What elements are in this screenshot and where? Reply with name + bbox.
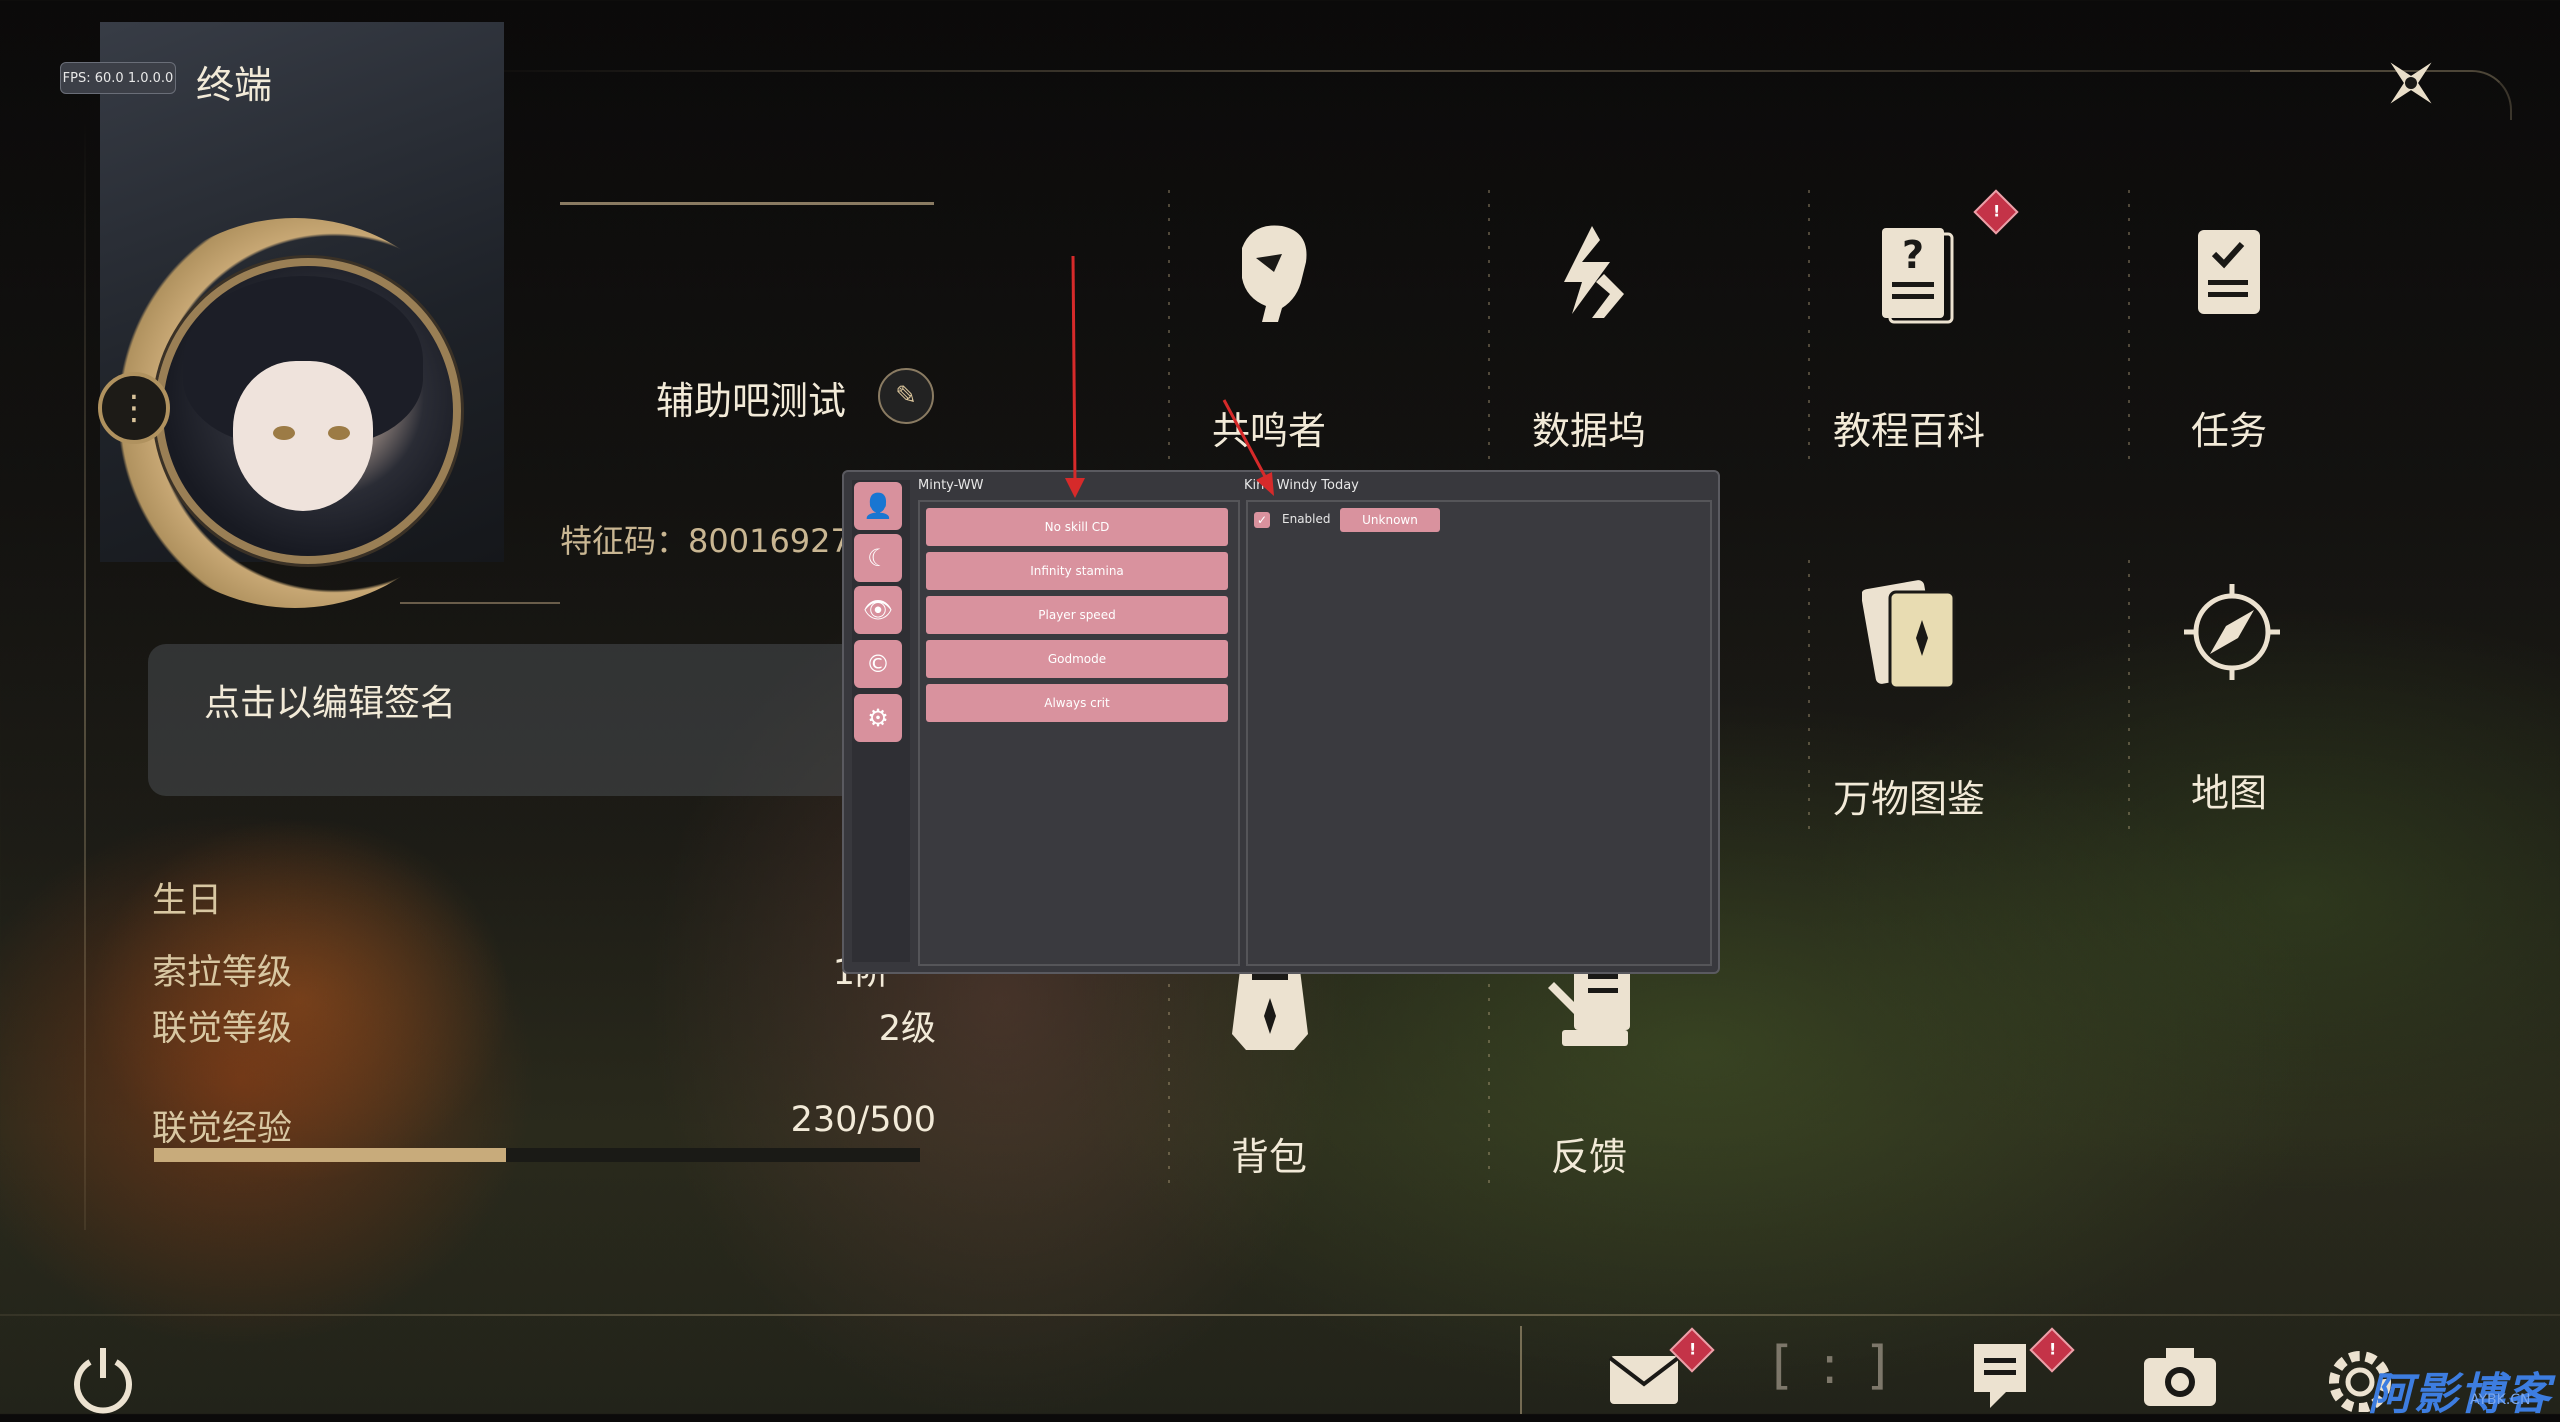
uid-divider	[400, 602, 560, 604]
tutorial-icon: ?	[1882, 228, 1954, 324]
always-crit-button[interactable]: Always crit	[926, 684, 1228, 722]
menu-item-archive[interactable]: 万物图鉴	[1784, 560, 2034, 850]
annotation-arrow	[1065, 256, 1085, 498]
quest-icon	[2198, 230, 2260, 314]
stat-union-level-label: 联觉等级	[152, 1009, 293, 1049]
menu-item-feedback[interactable]: 反馈	[1464, 940, 1714, 1230]
godmode-button[interactable]: Godmode	[926, 640, 1228, 678]
player-speed-button[interactable]: Player speed	[926, 596, 1228, 634]
exp-value: 230/500	[790, 1100, 936, 1140]
watermark-sub: AYBK.CN	[2470, 1392, 2531, 1408]
enabled-label: Enabled	[1282, 512, 1331, 526]
vertical-dots-icon: ⋮	[117, 388, 151, 428]
more-options-button[interactable]: ⋮	[98, 372, 170, 444]
gear-icon: ⚙	[867, 704, 889, 732]
watermark: 阿影博客	[2368, 1369, 2552, 1420]
menu-item-backpack[interactable]: 背包	[1144, 940, 1394, 1230]
bottom-bar-divider	[0, 1314, 2560, 1316]
top-frame-line	[440, 70, 2260, 72]
exp-label: 联觉经验	[152, 1109, 293, 1149]
data-dock-icon	[1564, 226, 1624, 318]
annotation-arrow	[1222, 399, 1274, 496]
cheat-left-title: Minty-WW	[918, 478, 984, 493]
pencil-icon: ✎	[895, 381, 917, 411]
user-icon: 👤	[863, 492, 893, 520]
tab-user[interactable]: 👤	[854, 482, 902, 530]
power-icon[interactable]	[68, 1344, 138, 1414]
exp-progress-fill	[154, 1148, 507, 1162]
moon-icon: ☾	[867, 544, 889, 572]
tab-eye[interactable]: 👁	[854, 586, 902, 634]
no-skill-cd-button[interactable]: No skill CD	[926, 508, 1228, 546]
stat-sol-level-label: 索拉等级	[152, 953, 293, 993]
tab-copyright[interactable]: ©	[854, 640, 902, 688]
name-divider	[560, 202, 934, 205]
tutorial-alert-badge: !	[1973, 189, 2019, 235]
copyright-icon: ©	[866, 650, 890, 678]
stat-birthday-label: 生日	[152, 881, 223, 921]
page-title: 终端	[196, 63, 273, 107]
tab-settings[interactable]: ⚙	[854, 694, 902, 742]
eye-icon: 👁	[862, 596, 894, 624]
chat-icon[interactable]: [ : ]	[1772, 1336, 1893, 1396]
camera-icon[interactable]	[2140, 1336, 2220, 1412]
left-frame-line	[84, 120, 86, 1230]
tab-moon[interactable]: ☾	[854, 534, 902, 582]
archive-card-icon	[1862, 580, 1956, 690]
signature-text[interactable]: 点击以编辑签名	[204, 674, 456, 726]
menu-item-quest[interactable]: 任务	[2104, 200, 2354, 490]
bottom-bar-separator	[1520, 1326, 1522, 1414]
cheat-right-panel	[1246, 500, 1712, 966]
stat-union-level-value: 2级	[878, 1009, 936, 1049]
fps-counter: FPS: 60.0 1.0.0.0	[60, 62, 176, 94]
svg-text:?: ?	[1902, 233, 1924, 277]
infinity-stamina-button[interactable]: Infinity stamina	[926, 552, 1228, 590]
compass-icon	[2184, 584, 2280, 680]
player-name: 辅助吧测试	[656, 379, 847, 423]
resonator-icon	[1242, 225, 1307, 322]
player-uid[interactable]: 特征码：80016927	[560, 516, 851, 562]
menu-item-map[interactable]: 地图	[2104, 560, 2354, 850]
avatar[interactable]	[155, 258, 461, 564]
close-icon[interactable]	[2378, 50, 2444, 116]
edit-name-button[interactable]: ✎	[878, 368, 934, 424]
menu-item-data-dock[interactable]: 数据坞	[1464, 200, 1714, 490]
status-button[interactable]: Unknown	[1340, 508, 1440, 532]
enabled-checkbox[interactable]: ✓	[1254, 512, 1270, 528]
menu-item-tutorial[interactable]: ? ! 教程百科	[1784, 189, 2034, 490]
